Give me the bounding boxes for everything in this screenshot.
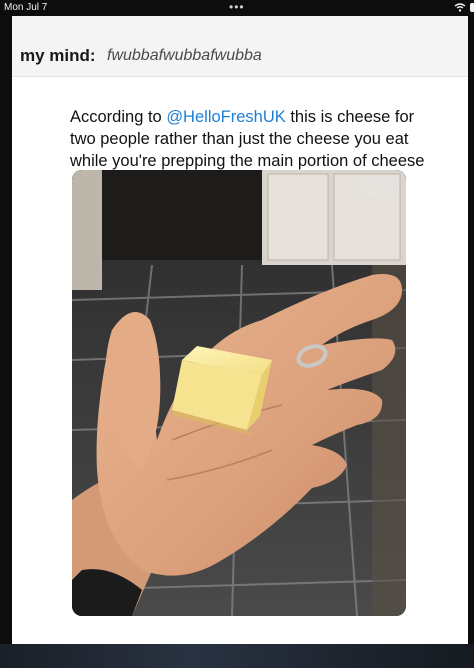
- wifi-icon: [454, 3, 466, 15]
- cheese-in-hand-photo: BRITISH MEMES: [72, 170, 406, 616]
- battery-icon: [470, 3, 474, 12]
- status-bar: Mon Jul 7 •••: [0, 0, 474, 16]
- meme-caption: According to @HelloFreshUK this is chees…: [70, 106, 430, 172]
- caption-before: According to: [70, 108, 167, 126]
- meme-header: my mind: fwubbafwubbafwubba: [12, 16, 468, 77]
- header-text: fwubbafwubbafwubba: [107, 47, 262, 64]
- hellofresh-mention-link[interactable]: @HelloFreshUK: [166, 108, 285, 126]
- meme-card: my mind: fwubbafwubbafwubba According to…: [12, 16, 468, 644]
- next-post-preview[interactable]: [0, 644, 474, 668]
- header-prefix: my mind:: [20, 46, 96, 65]
- british-memes-watermark: BRITISH MEMES: [360, 177, 400, 198]
- multitasking-dots-icon[interactable]: •••: [229, 0, 245, 14]
- status-time: Mon Jul 7: [4, 2, 48, 13]
